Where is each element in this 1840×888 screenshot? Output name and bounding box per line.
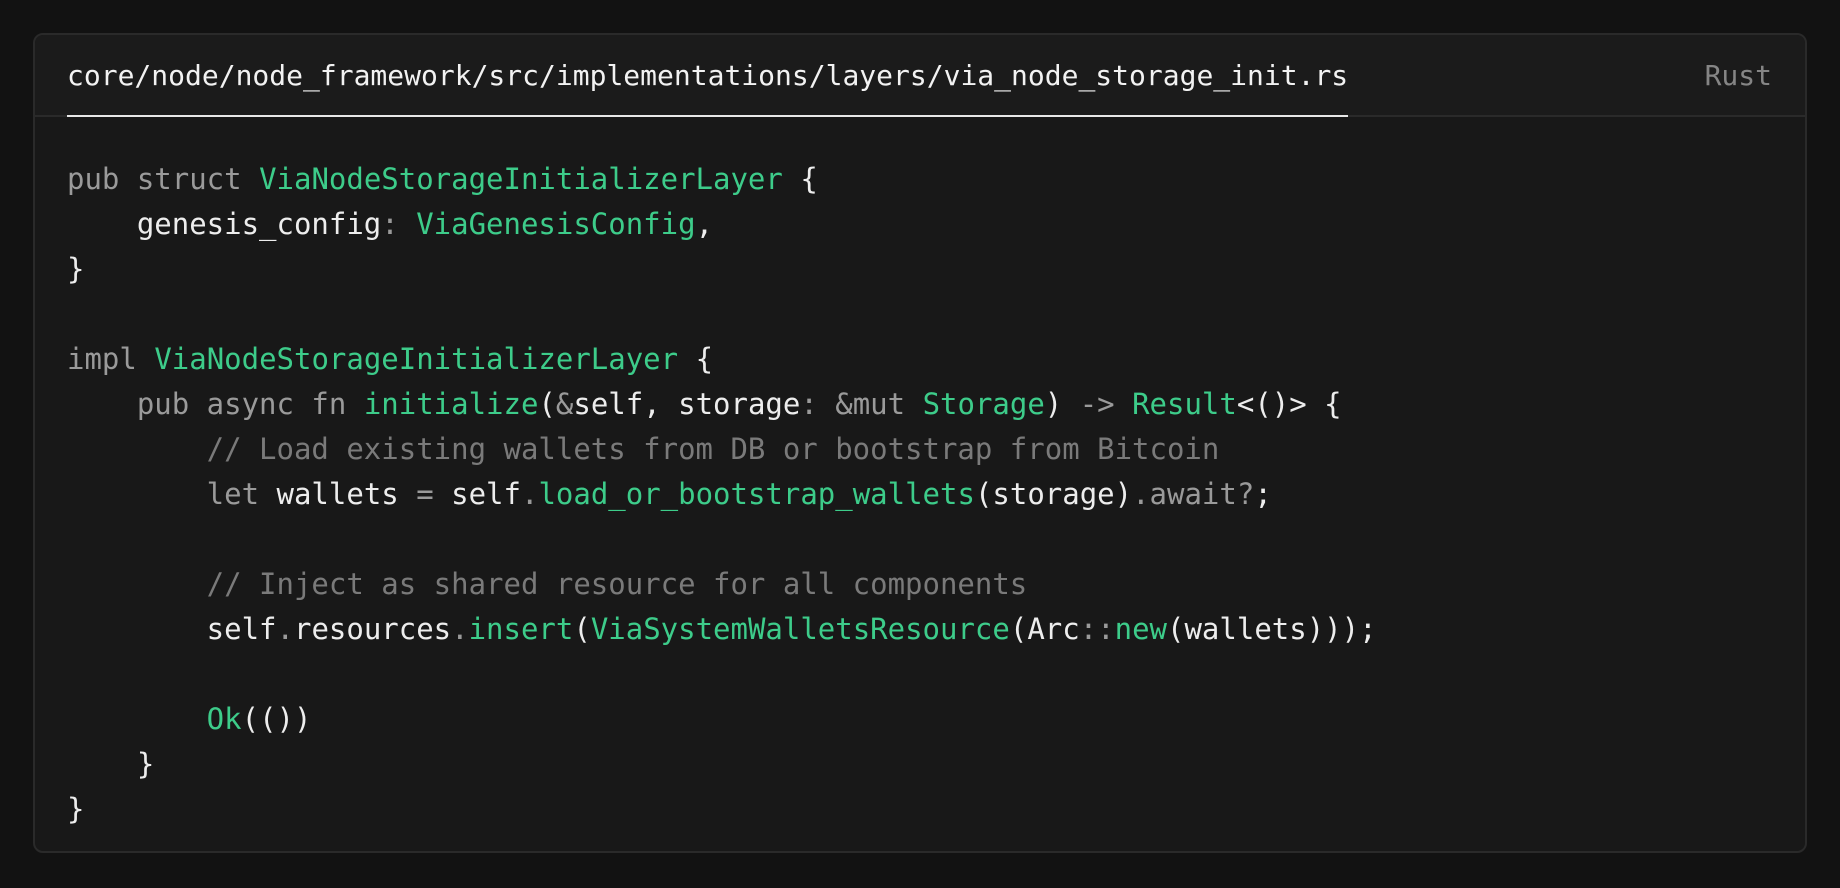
punctuation-token: :: (1079, 612, 1115, 646)
function-token: load_or_bootstrap_wallets (538, 477, 975, 511)
type-token: ViaSystemWalletsResource (590, 612, 1010, 646)
comment-token: // Inject as shared resource for all com… (67, 567, 1028, 601)
type-token: Storage (922, 387, 1045, 421)
type-token: Result (1132, 387, 1237, 421)
code-line: self.resources.insert(ViaSystemWalletsRe… (67, 607, 1377, 652)
punctuation-token: . (451, 612, 469, 646)
comment-token: // Load existing wallets from DB or boot… (67, 432, 1220, 466)
function-token: initialize (363, 387, 539, 421)
keyword-token: let (67, 477, 277, 511)
code-line: } (67, 787, 1377, 832)
code-line: pub struct ViaNodeStorageInitializerLaye… (67, 157, 1377, 202)
code-block: core/node/node_framework/src/implementat… (33, 33, 1807, 853)
text-token: wallets (276, 477, 417, 511)
punctuation-token: = (416, 477, 434, 511)
text-token: ( (538, 387, 556, 421)
code-line: // Load existing wallets from DB or boot… (67, 427, 1377, 472)
type-token: Ok (67, 702, 242, 736)
code-line: impl ViaNodeStorageInitializerLayer { (67, 337, 1377, 382)
punctuation-token: .await? (1132, 477, 1255, 511)
punctuation-token: : &mut (800, 387, 923, 421)
text-token: (storage) (974, 477, 1133, 511)
punctuation-token: . (276, 612, 294, 646)
file-path: core/node/node_framework/src/implementat… (67, 58, 1349, 92)
punctuation-token: -> (1062, 387, 1133, 421)
text-token: resources (293, 612, 452, 646)
text-token: } (67, 252, 85, 286)
text-token: { (782, 162, 818, 196)
function-token: new (1114, 612, 1168, 646)
text-token: genesis_config (67, 207, 382, 241)
code-line: // Inject as shared resource for all com… (67, 562, 1377, 607)
keyword-token: pub struct (67, 162, 260, 196)
text-token: (()) (241, 702, 312, 736)
text-token: } (67, 792, 85, 826)
text-token: self (433, 477, 521, 511)
function-token: insert (468, 612, 574, 646)
text-token: } (67, 747, 155, 781)
file-tab[interactable]: core/node/node_framework/src/implementat… (67, 35, 1349, 117)
type-token: ViaNodeStorageInitializerLayer (154, 342, 679, 376)
text-token: self, storage (573, 387, 801, 421)
punctuation-token: . (520, 477, 539, 511)
text-token: ; (1254, 477, 1272, 511)
code-line: } (67, 742, 1377, 787)
code-line: let wallets = self.load_or_bootstrap_wal… (67, 472, 1377, 517)
text-token: (Arc (1009, 612, 1080, 646)
code-line: pub async fn initialize(&self, storage: … (67, 382, 1377, 427)
text-token: self (67, 612, 277, 646)
code-line: Ok(()) (67, 697, 1377, 742)
punctuation-token: : (381, 207, 417, 241)
code-content: pub struct ViaNodeStorageInitializerLaye… (67, 157, 1377, 832)
type-token: ViaNodeStorageInitializerLayer (259, 162, 783, 196)
keyword-token: pub async fn (67, 387, 364, 421)
punctuation-token: & (555, 387, 574, 421)
keyword-token: impl (67, 342, 155, 376)
language-label: Rust (1704, 58, 1772, 92)
active-tab-indicator (67, 115, 1349, 117)
code-block-header: core/node/node_framework/src/implementat… (35, 35, 1805, 117)
code-line: genesis_config: ViaGenesisConfig, (67, 202, 1377, 247)
text-token: ) (1044, 387, 1063, 421)
text-token: , (695, 207, 714, 241)
text-token: { (678, 342, 714, 376)
text-token: (wallets))); (1167, 612, 1377, 646)
text-token: <()> { (1236, 387, 1342, 421)
type-token: ViaGenesisConfig (416, 207, 696, 241)
code-line: } (67, 247, 1377, 292)
text-token: ( (573, 612, 591, 646)
